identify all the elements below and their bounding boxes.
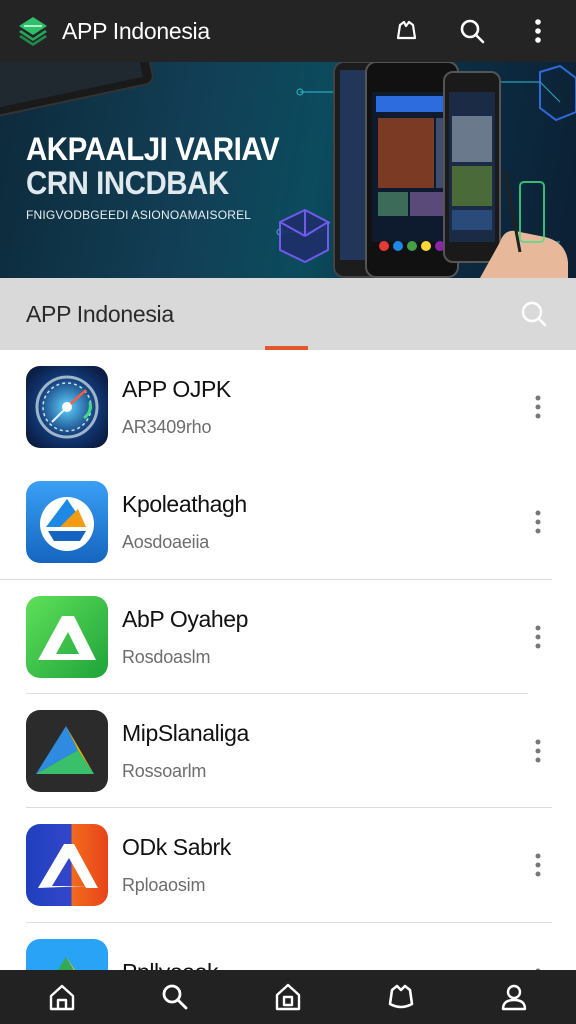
more-options-button[interactable] <box>516 9 560 53</box>
search-icon <box>521 301 547 327</box>
blue-arrow-circle-app-icon <box>26 480 108 563</box>
app-text: MipSlanaliga Rossoarlm <box>122 720 518 782</box>
orange-blue-triangle-app-icon <box>26 824 108 907</box>
app-subtitle: AR3409rho <box>122 417 212 438</box>
list-item[interactable]: Kpoleathagh Aosdoaeiia <box>0 465 576 580</box>
more-vert-icon <box>535 19 541 43</box>
app-text: AbP Oyahep Rosdoaslm <box>122 606 518 668</box>
banner-headline: AKPAALJI VARIAV CRN INCDBAK <box>26 131 280 201</box>
item-more-button[interactable] <box>518 721 558 781</box>
top-actions <box>362 9 560 53</box>
list-item[interactable]: ODk Sabrk Rploaosim <box>0 808 576 923</box>
home-icon <box>50 984 75 1011</box>
app-name: AbP Oyahep <box>122 605 249 632</box>
section-search-button[interactable] <box>512 292 556 336</box>
bottom-navigation <box>0 970 576 1024</box>
app-list: APP OJPK AR3409rho Kpoleathagh Aosdoaeii… <box>0 350 576 970</box>
nav-profile[interactable] <box>484 970 544 1024</box>
green-layers-logo-icon <box>19 17 47 46</box>
search-icon <box>162 984 188 1010</box>
app-text: Kpoleathagh Aosdoaeiia <box>122 491 518 553</box>
app-text: APP OJPK AR3409rho <box>122 376 518 438</box>
app-text: ODk Sabrk Rploaosim <box>122 834 518 896</box>
item-more-button[interactable] <box>518 377 558 437</box>
more-vert-icon <box>535 510 541 534</box>
more-vert-icon <box>535 625 541 649</box>
banner-headline-line1: AKPAALJI VARIAV <box>26 131 280 167</box>
app-subtitle: Rossoarlm <box>122 760 207 781</box>
app-name: ODk Sabrk <box>122 834 231 861</box>
app-subtitle: Aosdoaeiia <box>122 531 210 552</box>
app-name: MipSlanaliga <box>122 719 249 746</box>
list-item[interactable]: Ppllyoaok <box>0 923 576 970</box>
profile-icon <box>501 984 526 1011</box>
search-button[interactable] <box>450 9 494 53</box>
notifications-button[interactable] <box>384 9 428 53</box>
nav-chat[interactable] <box>371 970 431 1024</box>
banner-headline-line2: CRN INCDBAK <box>26 165 229 201</box>
compass-app-icon <box>26 366 108 449</box>
dark-triangle-app-icon <box>26 709 108 792</box>
notifications-icon <box>396 20 417 40</box>
app-text: Ppllyoaok <box>122 959 518 970</box>
item-more-button[interactable] <box>518 607 558 667</box>
app-title: APP Indonesia <box>62 17 210 44</box>
item-more-button[interactable] <box>518 835 558 895</box>
list-item[interactable]: MipSlanaliga Rossoarlm <box>0 694 576 809</box>
banner-tagline: FNIGVODBGEEDI ASIONOAMAISOREL <box>26 208 252 222</box>
drive-app-icon <box>26 938 108 970</box>
app-name: Kpoleathagh <box>122 490 247 517</box>
list-item[interactable]: AbP Oyahep Rosdoaslm <box>0 579 552 694</box>
more-vert-icon <box>535 395 541 419</box>
app-name: Ppllyoaok <box>122 959 518 970</box>
app-subtitle: Rosdoaslm <box>122 646 211 667</box>
chat-icon <box>388 984 414 1009</box>
green-triangle-app-icon <box>26 595 108 678</box>
section-header: APP Indonesia <box>0 278 576 350</box>
nav-store[interactable] <box>258 970 318 1024</box>
app-name: APP OJPK <box>122 376 231 403</box>
top-app-bar: APP Indonesia <box>0 0 576 62</box>
list-item[interactable]: APP OJPK AR3409rho <box>0 350 576 465</box>
nav-search[interactable] <box>145 970 205 1024</box>
more-vert-icon <box>535 739 541 763</box>
item-more-button[interactable] <box>518 492 558 552</box>
app-subtitle: Rploaosim <box>122 875 206 896</box>
promo-banner[interactable]: AKPAALJI VARIAV CRN INCDBAK FNIGVODBGEED… <box>0 62 576 278</box>
nav-home[interactable] <box>32 970 92 1024</box>
store-icon <box>275 983 301 1011</box>
search-icon <box>460 19 485 44</box>
more-vert-icon <box>535 853 541 877</box>
item-more-button[interactable] <box>518 950 558 970</box>
section-title: APP Indonesia <box>26 300 174 327</box>
